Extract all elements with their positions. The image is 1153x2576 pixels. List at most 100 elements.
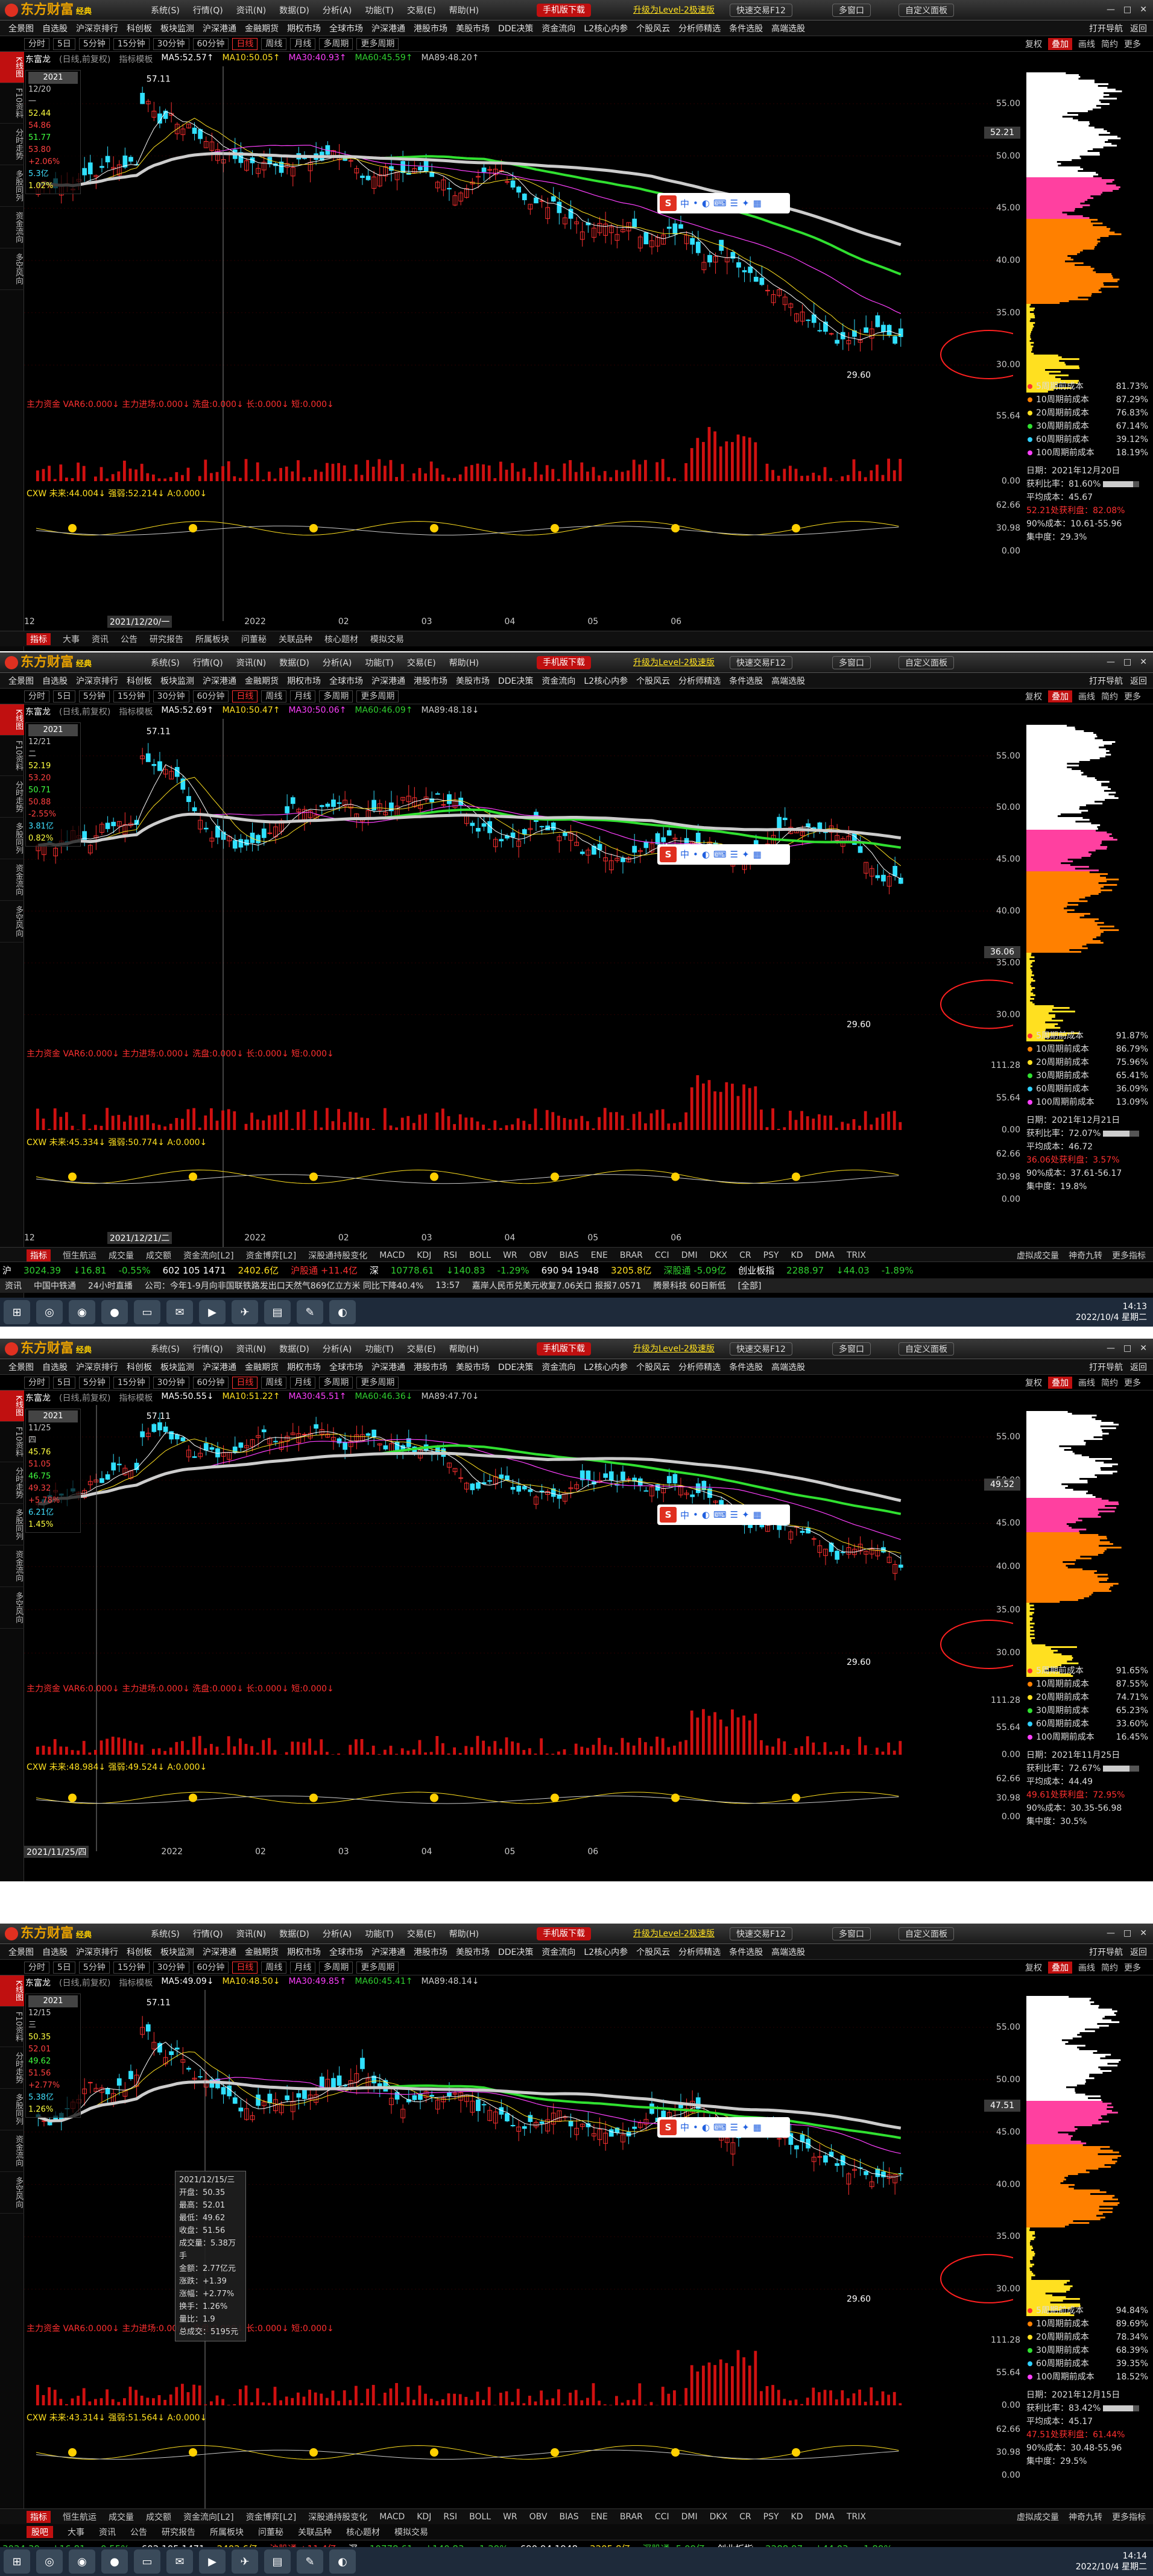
period-tab[interactable]: 分时: [24, 1961, 49, 1974]
menu-item[interactable]: 行情(Q): [193, 1343, 223, 1355]
nav-item[interactable]: L2核心内参: [584, 22, 628, 34]
period-tab[interactable]: 15分钟: [113, 37, 150, 50]
period-tab[interactable]: 30分钟: [153, 37, 189, 50]
period-tab[interactable]: 更多周期: [356, 1376, 399, 1389]
left-nav-item[interactable]: 多股同列: [0, 165, 24, 207]
kline-chart[interactable]: 57.1129.60: [24, 66, 1013, 627]
paint-icon[interactable]: ✎: [297, 1300, 323, 1324]
left-nav-item[interactable]: 分时走势: [0, 1462, 24, 1504]
menu-item[interactable]: 数据(D): [279, 657, 309, 669]
toolbar-icon[interactable]: ◐: [702, 849, 710, 860]
left-nav-item[interactable]: F10资料: [0, 1422, 24, 1462]
nav-item[interactable]: 个股风云: [636, 1361, 670, 1373]
nav-item[interactable]: 全球市场: [329, 22, 363, 34]
maximize-icon[interactable]: □: [1123, 5, 1131, 14]
nav-item[interactable]: 金融期货: [245, 22, 279, 34]
indicator-tab[interactable]: 指标: [27, 2510, 51, 2523]
left-nav-item[interactable]: F10资料: [0, 83, 24, 124]
nav-right-item[interactable]: 返回: [1130, 22, 1147, 34]
indicator-tab[interactable]: 所属板块: [195, 633, 229, 645]
toolbar-icon[interactable]: ⌨: [713, 849, 727, 860]
nav-item[interactable]: 个股风云: [636, 675, 670, 687]
menu-item[interactable]: 数据(D): [279, 1928, 309, 1940]
indicator-tab[interactable]: TRIX: [847, 1251, 866, 1260]
chart-tool-button[interactable]: 画线: [1078, 1377, 1095, 1389]
nav-right-item[interactable]: 打开导航: [1089, 675, 1123, 687]
kline-chart[interactable]: 57.1129.60: [24, 1405, 1013, 1857]
period-tab[interactable]: 月线: [290, 1961, 316, 1974]
chart-tool-button[interactable]: 叠加: [1048, 1376, 1072, 1389]
minimize-icon[interactable]: —: [1107, 5, 1115, 14]
toolbar-icon[interactable]: ⌨: [713, 1509, 727, 1520]
indicator-tab[interactable]: DMI: [681, 2512, 698, 2522]
mail-icon[interactable]: ✉: [166, 2549, 193, 2574]
indicator-tab[interactable]: DKX: [710, 1251, 728, 1260]
period-tab[interactable]: 周线: [261, 1376, 287, 1389]
multi-window-button[interactable]: 多窗口: [832, 4, 871, 17]
toolbar-icon[interactable]: ⌨: [713, 198, 727, 209]
indicator-tab[interactable]: 核心题材: [324, 633, 358, 645]
nav-item[interactable]: 自选股: [42, 1361, 68, 1373]
indicator-tab-extra[interactable]: 虚拟成交量: [1017, 2511, 1059, 2523]
indicator-tab[interactable]: BIAS: [559, 2512, 578, 2522]
template-label[interactable]: 指标模板: [119, 53, 153, 66]
nav-item[interactable]: 高端选股: [771, 1361, 805, 1373]
indicator-tab[interactable]: RSI: [443, 1251, 457, 1260]
menu-item[interactable]: 帮助(H): [449, 1928, 479, 1940]
period-tab[interactable]: 多周期: [319, 37, 353, 50]
left-nav-item[interactable]: F10资料: [0, 736, 24, 776]
nav-item[interactable]: 科创板: [127, 675, 152, 687]
close-icon[interactable]: ✕: [1140, 1928, 1147, 1938]
indicator-tab-extra[interactable]: 更多指标: [1112, 2511, 1146, 2523]
toolbar-icon[interactable]: 中: [680, 2121, 689, 2133]
input-method-icon[interactable]: S: [660, 195, 677, 211]
toolbar-icon[interactable]: ▦: [753, 849, 762, 860]
nav-item[interactable]: 全景图: [8, 22, 34, 34]
nav-item[interactable]: 条件选股: [729, 675, 763, 687]
nav-item[interactable]: DDE决策: [498, 675, 533, 687]
nav-item[interactable]: 全景图: [8, 1361, 34, 1373]
maximize-icon[interactable]: □: [1123, 1928, 1131, 1938]
period-tab[interactable]: 月线: [290, 690, 316, 702]
indicator-tab[interactable]: 指标: [27, 633, 51, 645]
period-tab[interactable]: 日线: [232, 37, 258, 50]
nav-item[interactable]: 板块监测: [160, 22, 194, 34]
nav-item[interactable]: 美股市场: [456, 1361, 490, 1373]
indicator-tab[interactable]: 问董秘: [241, 633, 267, 645]
period-tab[interactable]: 多周期: [319, 1961, 353, 1974]
menu-item[interactable]: 功能(T): [365, 1343, 393, 1355]
indicator-tab[interactable]: 资金博弈[L2]: [246, 1249, 297, 1261]
toolbar-icon[interactable]: •: [693, 198, 698, 209]
left-nav-item[interactable]: K线图: [0, 1975, 24, 2007]
period-tab[interactable]: 5日: [53, 1376, 75, 1389]
period-tab[interactable]: 5分钟: [78, 690, 110, 702]
nav-item[interactable]: 沪深港通: [371, 1946, 405, 1958]
minimize-icon[interactable]: —: [1107, 657, 1115, 667]
chart-tool-button[interactable]: 更多: [1124, 690, 1141, 702]
left-nav-item[interactable]: 分时走势: [0, 2047, 24, 2089]
period-tab[interactable]: 更多周期: [356, 1961, 399, 1974]
news-item[interactable]: 嘉岸人民币兑美元收复7.06关口 报报7.0571: [472, 1280, 642, 1292]
nav-item[interactable]: 期权市场: [287, 675, 321, 687]
left-nav-item[interactable]: K线图: [0, 1391, 24, 1422]
app-icon[interactable]: ▶: [199, 1300, 226, 1324]
paint-icon[interactable]: ✎: [297, 2549, 323, 2574]
period-tab[interactable]: 60分钟: [192, 1376, 229, 1389]
nav-item[interactable]: L2核心内参: [584, 1946, 628, 1958]
menu-item[interactable]: 分析(A): [323, 1928, 352, 1940]
period-tab[interactable]: 分时: [24, 37, 49, 50]
custom-panel-button[interactable]: 自定义面板: [899, 4, 954, 17]
input-toolbar[interactable]: S 中 • ◐ ⌨ ☰ ✦ ▦: [657, 193, 790, 213]
chart-tool-button[interactable]: 叠加: [1048, 1961, 1072, 1974]
info-tab[interactable]: 资讯: [99, 2526, 116, 2538]
period-tab[interactable]: 分时: [24, 690, 49, 702]
nav-right-item[interactable]: 返回: [1130, 1361, 1147, 1373]
nav-item[interactable]: 港股市场: [414, 1361, 447, 1373]
menu-item[interactable]: 交易(E): [407, 1343, 436, 1355]
indicator-tab[interactable]: PSY: [763, 2512, 779, 2522]
toolbar-icon[interactable]: 中: [680, 848, 689, 860]
browser-icon[interactable]: ◎: [36, 1300, 63, 1324]
indicator-tab[interactable]: MACD: [379, 2512, 405, 2522]
indicator-tab-extra[interactable]: 神奇九转: [1069, 2511, 1102, 2523]
period-tab[interactable]: 15分钟: [113, 690, 150, 702]
